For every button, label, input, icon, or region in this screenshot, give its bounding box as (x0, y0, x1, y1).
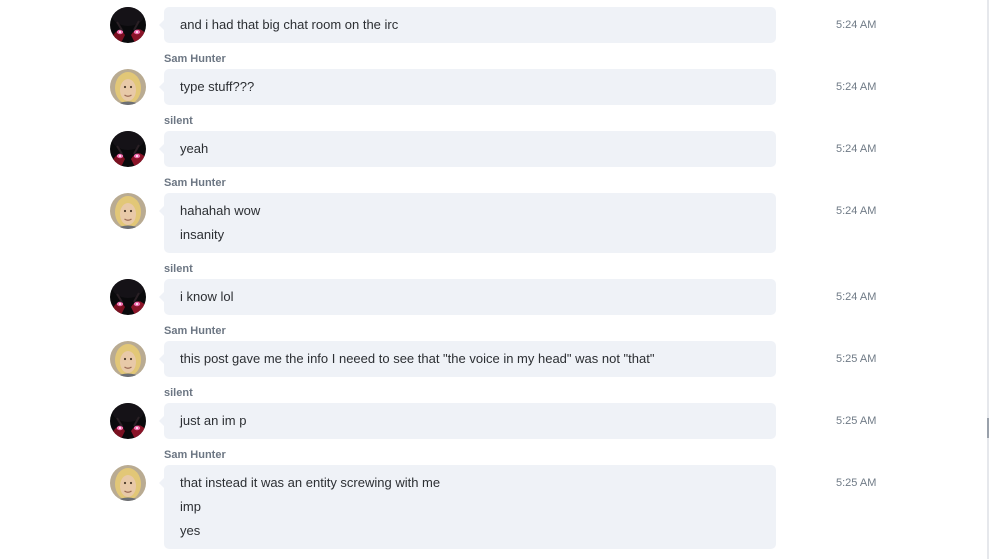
sender-name[interactable]: Sam Hunter (164, 53, 226, 65)
timestamp: 5:24 AM (836, 205, 877, 217)
message-bubble[interactable]: that instead it was an entity screwing w… (159, 465, 776, 549)
message-bubble[interactable]: hahahah wow insanity (159, 193, 776, 253)
avatar-sam-hunter[interactable] (110, 193, 146, 229)
message-text: yeah (180, 141, 209, 156)
message-bubble[interactable]: just an im p (159, 403, 776, 439)
sender-name[interactable]: silent (164, 263, 193, 275)
avatar-silent[interactable] (110, 7, 146, 43)
message-bubble[interactable]: yeah (159, 131, 776, 167)
avatar-silent[interactable] (110, 403, 146, 439)
timestamp: 5:24 AM (836, 19, 877, 31)
message-bubble[interactable]: and i had that big chat room on the irc (159, 7, 776, 43)
message-bubble[interactable]: type stuff??? (159, 69, 776, 105)
avatar-silent[interactable] (110, 131, 146, 167)
message-bubble[interactable]: i know lol (159, 279, 776, 315)
avatar-sam-hunter[interactable] (110, 69, 146, 105)
sender-name: silent (164, 0, 193, 3)
message-text: insanity (180, 227, 225, 242)
sender-name[interactable]: Sam Hunter (164, 449, 226, 461)
avatar-silent[interactable] (110, 279, 146, 315)
avatar-sam-hunter[interactable] (110, 341, 146, 377)
message-bubble[interactable]: this post gave me the info I neeed to se… (159, 341, 776, 377)
message-text: hahahah wow (180, 203, 261, 218)
sender-name[interactable]: silent (164, 387, 193, 399)
sender-name[interactable]: Sam Hunter (164, 325, 226, 337)
message-text: i know lol (180, 289, 234, 304)
timestamp: 5:24 AM (836, 291, 877, 303)
sender-name[interactable]: silent (164, 115, 193, 127)
sender-name[interactable]: Sam Hunter (164, 177, 226, 189)
timestamp: 5:24 AM (836, 143, 877, 155)
message-text: imp (180, 499, 201, 514)
message-text: and i had that big chat room on the irc (180, 17, 399, 32)
avatar-sam-hunter[interactable] (110, 465, 146, 501)
message-text: this post gave me the info I neeed to se… (180, 351, 655, 366)
timestamp: 5:25 AM (836, 353, 877, 365)
timestamp: 5:24 AM (836, 81, 877, 93)
message-text: yes (180, 523, 201, 538)
message-text: just an im p (180, 413, 247, 428)
message-text: type stuff??? (180, 79, 255, 94)
message-text: that instead it was an entity screwing w… (180, 475, 441, 490)
timestamp: 5:25 AM (836, 415, 877, 427)
timestamp: 5:25 AM (836, 477, 877, 489)
